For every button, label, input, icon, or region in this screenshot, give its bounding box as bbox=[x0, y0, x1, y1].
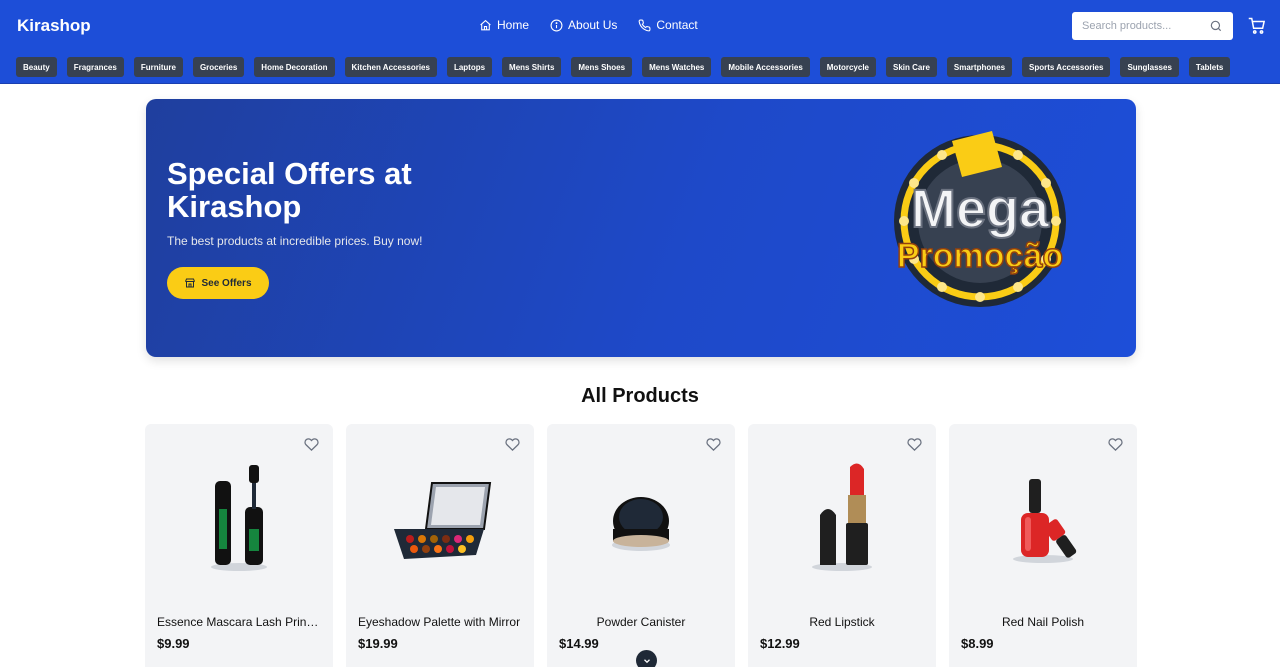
product-name: Red Lipstick bbox=[809, 615, 875, 629]
product-card[interactable]: Red Lipstick $12.99 bbox=[748, 424, 936, 667]
product-name: Powder Canister bbox=[596, 615, 686, 629]
heart-icon[interactable] bbox=[907, 437, 922, 452]
category-chip-smartphones[interactable]: Smartphones bbox=[946, 57, 1013, 77]
chevron-down-icon bbox=[643, 658, 650, 663]
product-image-eyeshadow-palette bbox=[394, 482, 492, 559]
category-chip-groceries[interactable]: Groceries bbox=[192, 57, 245, 77]
banner-subtitle: The best products at incredible prices. … bbox=[167, 234, 423, 248]
section-title: All Products bbox=[581, 385, 699, 407]
heart-icon[interactable] bbox=[706, 437, 721, 452]
nav-home-label: Home bbox=[497, 18, 530, 32]
product-image-red-nail-polish bbox=[1013, 479, 1077, 563]
category-chip-sports-accessories[interactable]: Sports Accessories bbox=[1022, 57, 1111, 77]
see-offers-button[interactable]: See Offers bbox=[167, 267, 269, 299]
store-icon bbox=[185, 278, 196, 288]
product-image-mascara bbox=[211, 465, 267, 571]
promo-banner: Special Offers at Kirashop The best prod… bbox=[146, 99, 1136, 357]
product-name: Red Nail Polish bbox=[1001, 615, 1085, 629]
promo-line-2: Promoção bbox=[897, 237, 1063, 275]
category-chip-home-decoration[interactable]: Home Decoration bbox=[254, 57, 335, 77]
category-chip-beauty[interactable]: Beauty bbox=[16, 57, 57, 77]
product-name: Eyeshadow Palette with Mirror bbox=[358, 615, 521, 629]
product-price: $14.99 bbox=[559, 636, 599, 651]
product-name: Essence Mascara Lash Princess bbox=[157, 615, 321, 629]
category-chip-mobile-accessories[interactable]: Mobile Accessories bbox=[721, 57, 810, 77]
category-chip-laptops[interactable]: Laptops bbox=[446, 57, 493, 77]
heart-icon[interactable] bbox=[1108, 437, 1123, 452]
category-chip-kitchen-accessories[interactable]: Kitchen Accessories bbox=[344, 57, 437, 77]
info-icon bbox=[550, 19, 563, 31]
scroll-down-button[interactable] bbox=[636, 650, 657, 667]
see-offers-label: See Offers bbox=[201, 277, 252, 289]
product-card[interactable]: Red Nail Polish $8.99 bbox=[949, 424, 1137, 667]
product-card[interactable]: Eyeshadow Palette with Mirror $19.99 bbox=[346, 424, 534, 667]
nav-home-link[interactable]: Home bbox=[479, 18, 529, 32]
product-grid: Essence Mascara Lash Princess $9.99 Eyes… bbox=[145, 424, 1137, 667]
nav-contact-link[interactable]: Contact bbox=[638, 18, 698, 32]
category-chip-tablets[interactable]: Tablets bbox=[1188, 57, 1231, 77]
product-price: $12.99 bbox=[760, 636, 800, 651]
nav-about-label: About Us bbox=[568, 18, 618, 32]
mega-promo-badge: Mega Promoção bbox=[894, 131, 1066, 307]
home-icon bbox=[480, 19, 491, 30]
category-chip-mens-shoes[interactable]: Mens Shoes bbox=[571, 57, 633, 77]
site-logo[interactable]: Kirashop bbox=[17, 16, 91, 36]
category-chip-mens-shirts[interactable]: Mens Shirts bbox=[502, 57, 562, 77]
category-chip-mens-watches[interactable]: Mens Watches bbox=[642, 57, 712, 77]
category-chip-motorcycle[interactable]: Motorcycle bbox=[819, 57, 876, 77]
product-image-red-lipstick bbox=[812, 463, 872, 571]
search-icon[interactable] bbox=[1209, 19, 1223, 33]
product-image-powder-canister bbox=[612, 497, 670, 551]
category-chip-sunglasses[interactable]: Sunglasses bbox=[1120, 57, 1179, 77]
product-card[interactable]: Powder Canister $14.99 bbox=[547, 424, 735, 667]
promo-line-1: Mega bbox=[911, 179, 1050, 239]
category-chip-skin-care[interactable]: Skin Care bbox=[886, 57, 937, 77]
product-price: $9.99 bbox=[157, 636, 190, 651]
category-chip-furniture[interactable]: Furniture bbox=[133, 57, 183, 77]
cart-icon[interactable] bbox=[1248, 17, 1266, 35]
product-card[interactable]: Essence Mascara Lash Princess $9.99 bbox=[145, 424, 333, 667]
main-nav: Home About Us Contact bbox=[479, 18, 698, 32]
nav-about-link[interactable]: About Us bbox=[550, 18, 617, 32]
search-input[interactable] bbox=[1082, 20, 1206, 32]
banner-title: Special Offers at Kirashop bbox=[167, 156, 412, 224]
site-header: Kirashop Home About Us Contact Beauty Fr… bbox=[0, 0, 1280, 84]
heart-icon[interactable] bbox=[505, 437, 520, 452]
product-price: $8.99 bbox=[961, 636, 994, 651]
search-box bbox=[1072, 12, 1233, 40]
product-price: $19.99 bbox=[358, 636, 398, 651]
heart-icon[interactable] bbox=[304, 437, 319, 452]
category-chip-fragrances[interactable]: Fragrances bbox=[66, 57, 124, 77]
category-bar: Beauty Fragrances Furniture Groceries Ho… bbox=[16, 57, 1231, 77]
phone-icon bbox=[638, 19, 651, 31]
nav-contact-label: Contact bbox=[656, 18, 698, 32]
